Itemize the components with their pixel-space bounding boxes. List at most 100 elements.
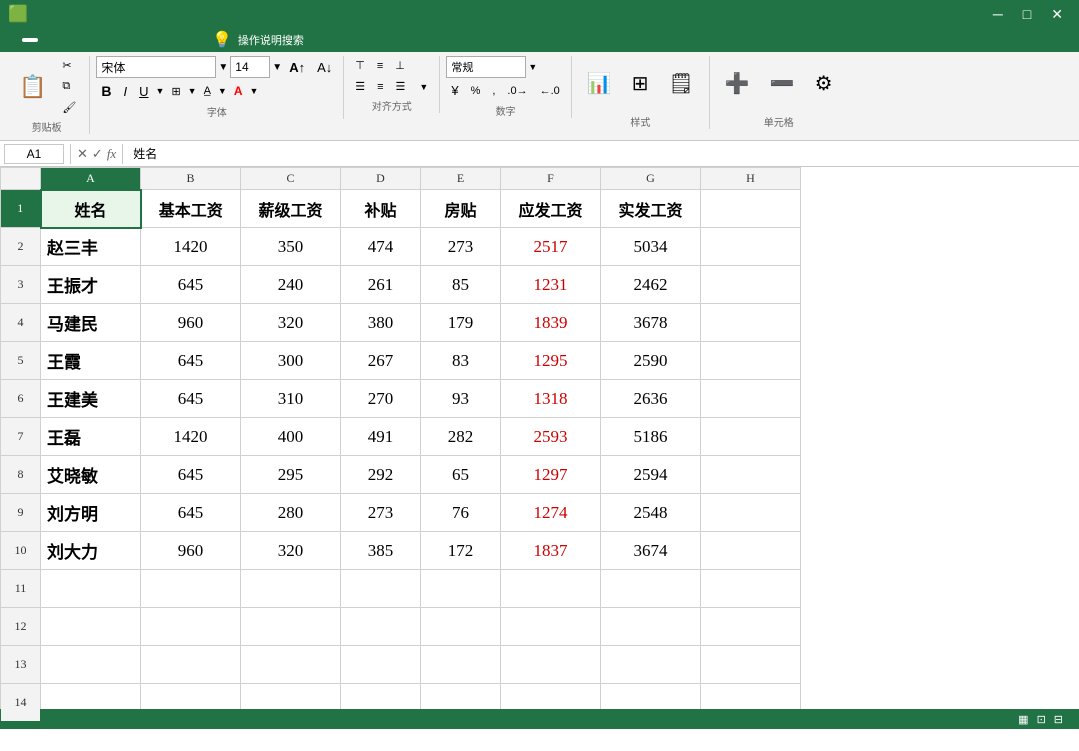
cell-D4[interactable]: 380 — [341, 304, 421, 342]
merge-dropdown-icon[interactable]: ▼ — [419, 82, 428, 92]
cell-D12[interactable] — [341, 608, 421, 646]
cell-style-button[interactable]: 🗒 — [659, 56, 702, 112]
col-header-c[interactable]: C — [241, 168, 341, 190]
row-header-1[interactable]: 1 — [1, 190, 41, 228]
menu-formula[interactable] — [76, 38, 92, 42]
cell-E10[interactable]: 172 — [421, 532, 501, 570]
menu-view[interactable] — [130, 38, 146, 42]
cell-C13[interactable] — [241, 646, 341, 684]
align-top-button[interactable]: ⊤ — [350, 56, 370, 75]
format-painter-button[interactable]: 🖌 — [57, 98, 83, 117]
cell-B13[interactable] — [141, 646, 241, 684]
cell-F7[interactable]: 2593 — [501, 418, 601, 456]
menu-help[interactable] — [166, 38, 182, 42]
cell-E2[interactable]: 273 — [421, 228, 501, 266]
cell-E11[interactable] — [421, 570, 501, 608]
cell-E1[interactable]: 房贴 — [421, 190, 501, 228]
fill-color-button[interactable]: A̲ — [199, 82, 216, 100]
insert-cell-button[interactable]: ➕ — [716, 56, 759, 112]
cell-C2[interactable]: 350 — [241, 228, 341, 266]
cell-A10[interactable]: 刘大力 — [41, 532, 141, 570]
cell-A6[interactable]: 王建美 — [41, 380, 141, 418]
cell-C6[interactable]: 310 — [241, 380, 341, 418]
font-size-dropdown-icon[interactable]: ▼ — [272, 62, 282, 73]
row-header-7[interactable]: 7 — [1, 418, 41, 456]
cell-F11[interactable] — [501, 570, 601, 608]
cell-G7[interactable]: 5186 — [601, 418, 701, 456]
number-type-input[interactable] — [446, 56, 526, 78]
number-type-dropdown-icon[interactable]: ▼ — [528, 62, 537, 72]
cell-G8[interactable]: 2594 — [601, 456, 701, 494]
cell-F12[interactable] — [501, 608, 601, 646]
cell-E4[interactable]: 179 — [421, 304, 501, 342]
search-lightbulb-icon[interactable]: 💡 — [212, 30, 232, 50]
cell-H10[interactable] — [701, 532, 801, 570]
cell-A13[interactable] — [41, 646, 141, 684]
align-center-button[interactable]: ≡ — [372, 78, 388, 96]
cell-A5[interactable]: 王霞 — [41, 342, 141, 380]
col-header-h[interactable]: H — [701, 168, 801, 190]
cell-D1[interactable]: 补贴 — [341, 190, 421, 228]
cell-E8[interactable]: 65 — [421, 456, 501, 494]
cell-F9[interactable]: 1274 — [501, 494, 601, 532]
cell-C8[interactable]: 295 — [241, 456, 341, 494]
cell-F2[interactable]: 2517 — [501, 228, 601, 266]
cell-H13[interactable] — [701, 646, 801, 684]
row-header-4[interactable]: 4 — [1, 304, 41, 342]
cell-H1[interactable] — [701, 190, 801, 228]
align-bottom-button[interactable]: ⊥ — [390, 56, 410, 75]
cell-H6[interactable] — [701, 380, 801, 418]
cell-F3[interactable]: 1231 — [501, 266, 601, 304]
cell-H8[interactable] — [701, 456, 801, 494]
cell-F8[interactable]: 1297 — [501, 456, 601, 494]
cell-G4[interactable]: 3678 — [601, 304, 701, 342]
row-header-10[interactable]: 10 — [1, 532, 41, 570]
percent-button[interactable]: % — [466, 82, 486, 100]
cell-G2[interactable]: 5034 — [601, 228, 701, 266]
font-name-input[interactable] — [96, 56, 216, 78]
cut-button[interactable]: ✂ — [57, 56, 83, 75]
close-button[interactable]: ✕ — [1043, 4, 1071, 25]
underline-button[interactable]: U — [134, 81, 153, 102]
cell-D6[interactable]: 270 — [341, 380, 421, 418]
font-color-dropdown-icon[interactable]: ▼ — [250, 86, 259, 96]
cell-D9[interactable]: 273 — [341, 494, 421, 532]
cell-C11[interactable] — [241, 570, 341, 608]
fill-dropdown-icon[interactable]: ▼ — [218, 86, 227, 96]
minimize-button[interactable]: ─ — [985, 4, 1011, 24]
cell-B12[interactable] — [141, 608, 241, 646]
cell-B2[interactable]: 1420 — [141, 228, 241, 266]
cell-H4[interactable] — [701, 304, 801, 342]
cell-E3[interactable]: 85 — [421, 266, 501, 304]
font-color-button[interactable]: A — [229, 81, 248, 101]
border-button[interactable]: ⊞ — [166, 82, 185, 101]
row-header-5[interactable]: 5 — [1, 342, 41, 380]
merge-center-button[interactable]: ▼ — [412, 79, 433, 95]
underline-dropdown-icon[interactable]: ▼ — [156, 86, 165, 96]
cell-E6[interactable]: 93 — [421, 380, 501, 418]
cell-G12[interactable] — [601, 608, 701, 646]
cell-reference-input[interactable] — [4, 144, 64, 164]
align-middle-button[interactable]: ≡ — [372, 57, 388, 75]
insert-function-icon[interactable]: fx — [107, 146, 116, 162]
bold-button[interactable]: B — [96, 80, 116, 102]
page-layout-icon[interactable]: ⊡ — [1037, 713, 1046, 726]
cell-E7[interactable]: 282 — [421, 418, 501, 456]
font-increase-button[interactable]: A↑ — [284, 57, 310, 78]
cell-B5[interactable]: 645 — [141, 342, 241, 380]
cell-B4[interactable]: 960 — [141, 304, 241, 342]
cell-A8[interactable]: 艾晓敏 — [41, 456, 141, 494]
cell-C7[interactable]: 400 — [241, 418, 341, 456]
font-name-dropdown-icon[interactable]: ▼ — [218, 62, 228, 73]
cell-D10[interactable]: 385 — [341, 532, 421, 570]
cell-B10[interactable]: 960 — [141, 532, 241, 570]
decrease-decimal-button[interactable]: ←.0 — [535, 82, 565, 100]
cell-F13[interactable] — [501, 646, 601, 684]
menu-review[interactable] — [112, 38, 128, 42]
cell-A11[interactable] — [41, 570, 141, 608]
italic-button[interactable]: I — [119, 81, 133, 102]
col-header-d[interactable]: D — [341, 168, 421, 190]
cell-A1[interactable]: 姓名 — [41, 190, 141, 228]
cell-D3[interactable]: 261 — [341, 266, 421, 304]
cell-H7[interactable] — [701, 418, 801, 456]
